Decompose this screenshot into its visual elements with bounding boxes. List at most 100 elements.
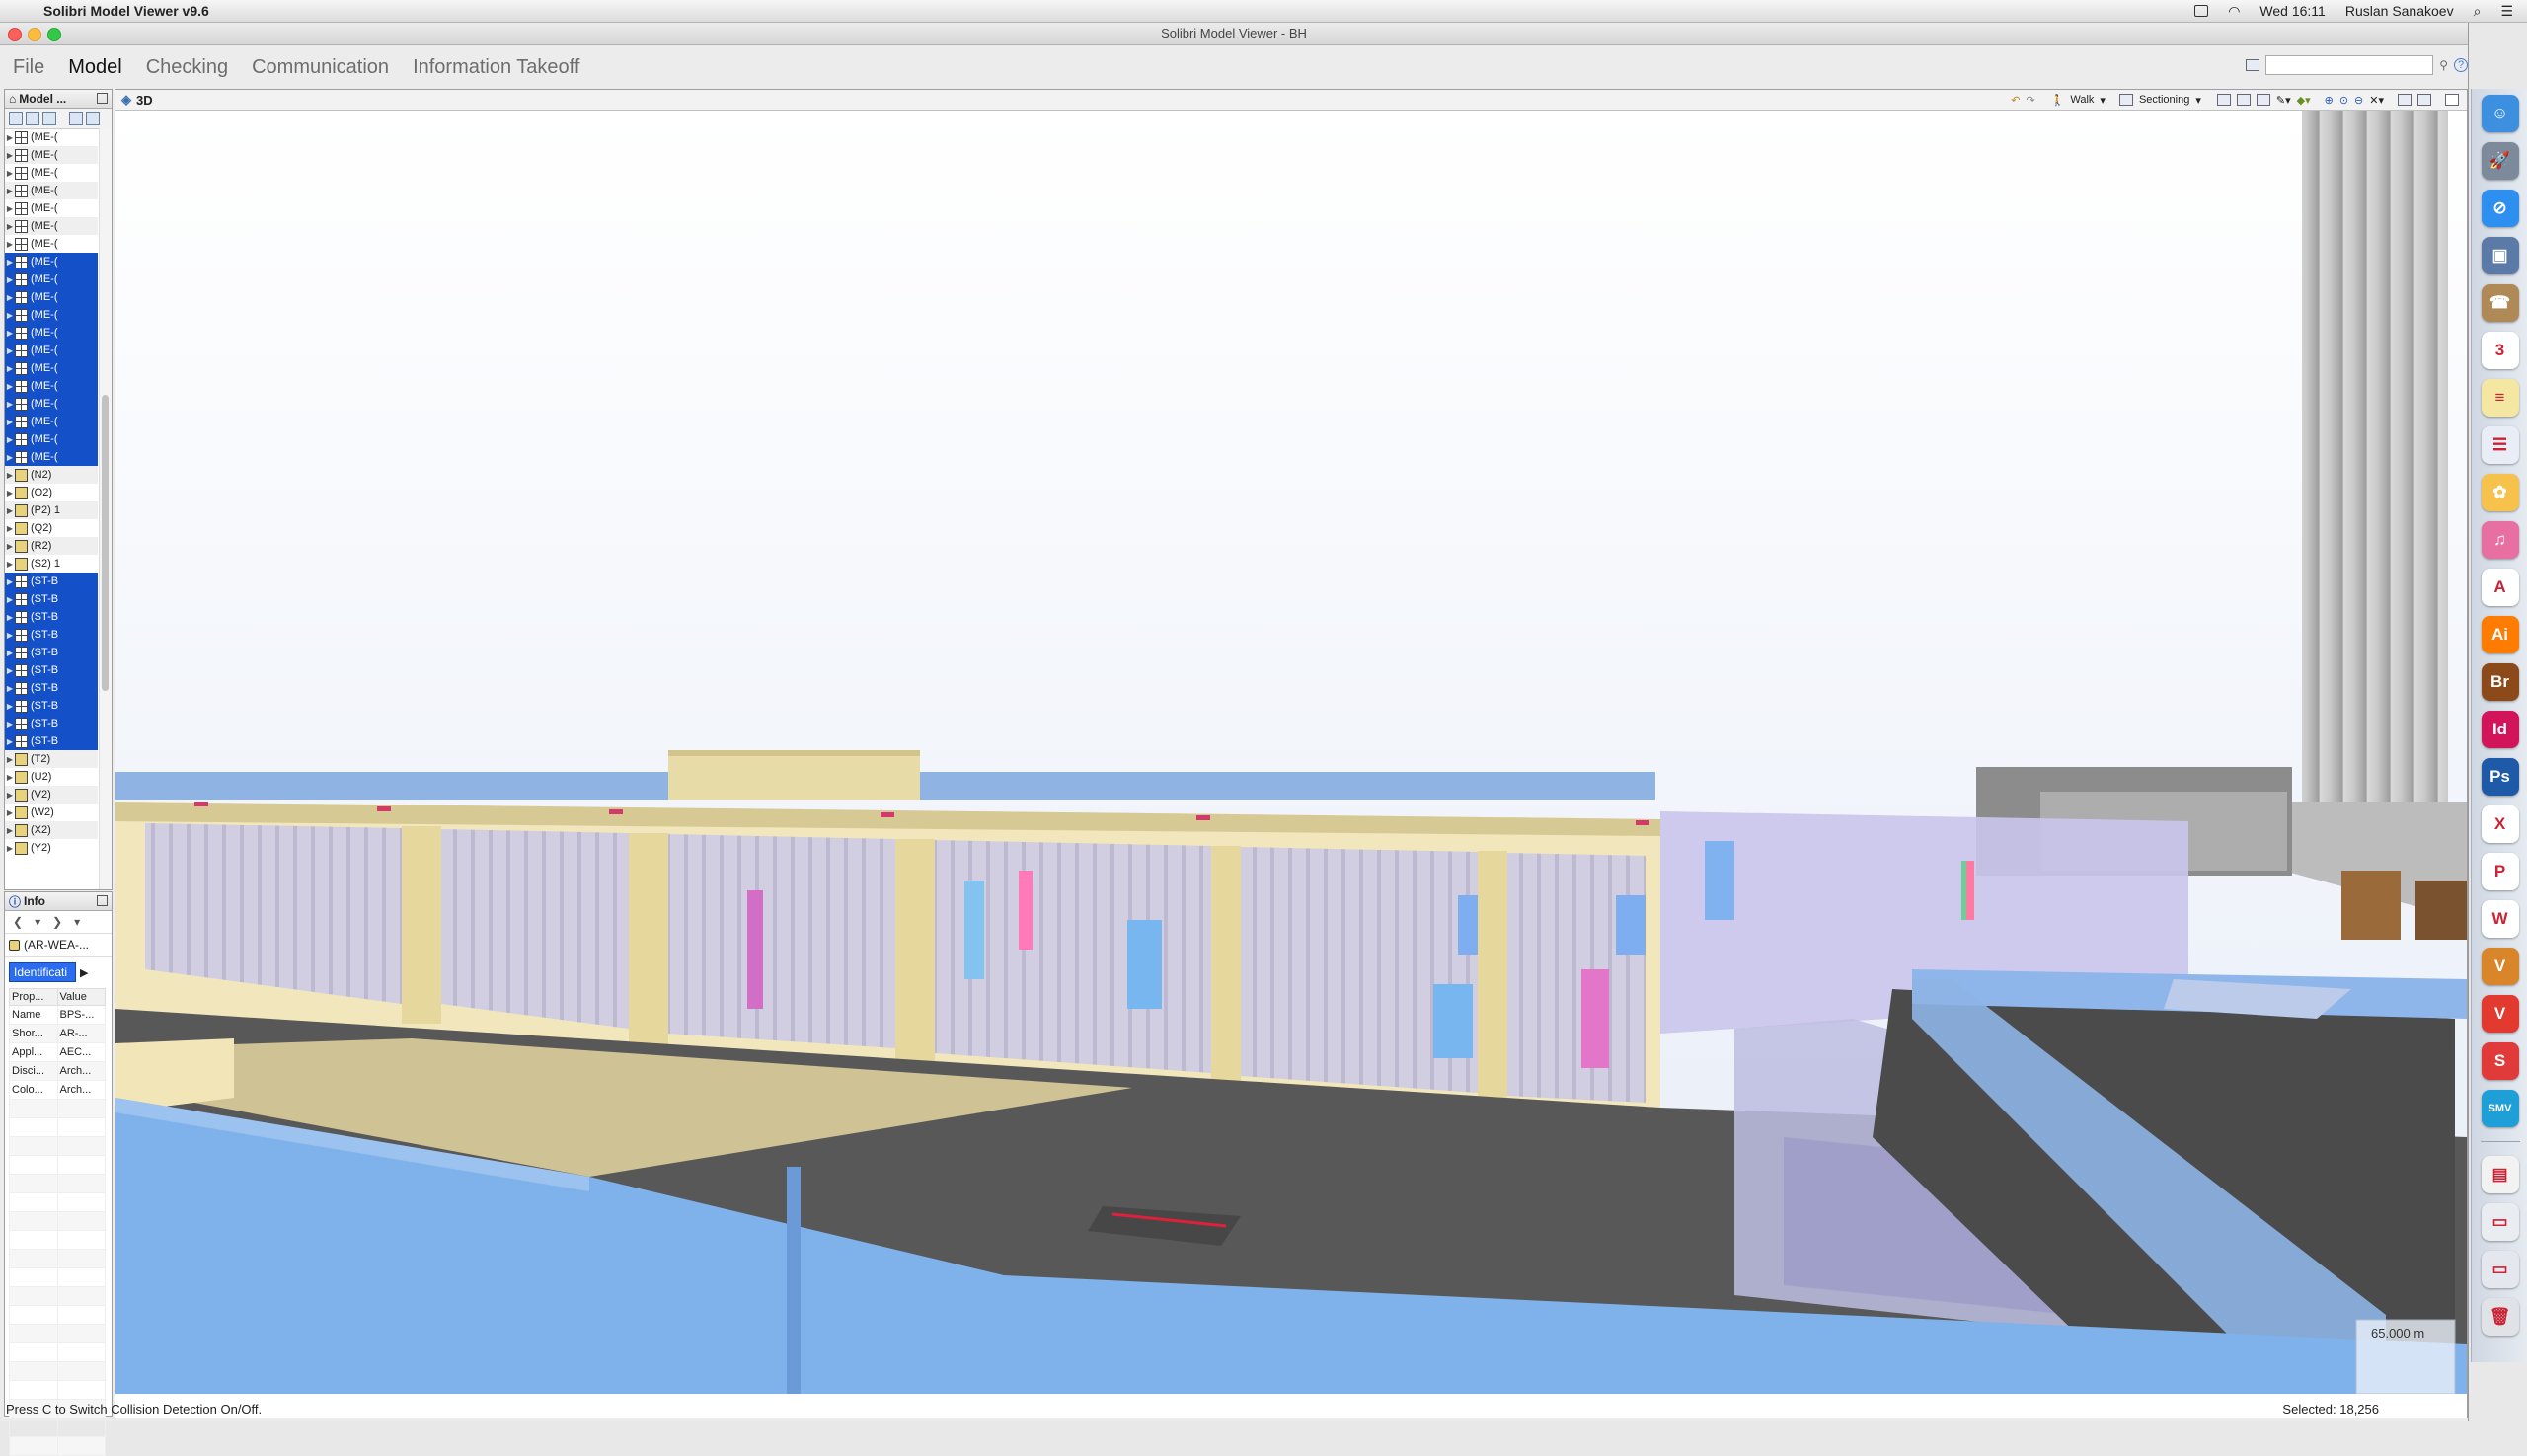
tab-next-icon[interactable]: ▶	[80, 966, 88, 979]
tree-row[interactable]: ▶ (ST-B	[5, 644, 98, 661]
window-minimize-button[interactable]	[28, 28, 41, 41]
tree-row[interactable]: ▶ (ME-(	[5, 342, 98, 359]
photos-icon[interactable]: ✿	[2481, 474, 2519, 511]
zoom-in-icon[interactable]: ⊕	[2325, 94, 2334, 107]
menubar-app-name[interactable]: Solibri Model Viewer v9.6	[43, 3, 209, 19]
maximize-panel-icon[interactable]	[97, 93, 108, 104]
indesign-icon[interactable]: Id	[2481, 711, 2519, 748]
color-dropdown-icon[interactable]: ✎▾	[2276, 94, 2291, 107]
column-header-value[interactable]: Value	[56, 988, 106, 1006]
help-icon[interactable]: ?	[2454, 58, 2468, 72]
tree-row[interactable]: ▶ (ST-B	[5, 590, 98, 608]
tree-row[interactable]: ▶ (T2)	[5, 750, 98, 768]
expand-arrow-icon[interactable]: ▶	[5, 720, 15, 728]
back-dropdown-icon[interactable]: ▾	[35, 915, 40, 929]
expand-arrow-icon[interactable]: ▶	[5, 151, 15, 160]
printer-icon[interactable]: ▭	[2481, 1251, 2519, 1288]
expand-arrow-icon[interactable]: ▶	[5, 187, 15, 195]
property-row[interactable]	[9, 1230, 106, 1250]
expand-arrow-icon[interactable]: ▶	[5, 826, 15, 835]
notes-icon[interactable]: ≡	[2481, 379, 2519, 417]
property-row[interactable]	[9, 1305, 106, 1325]
back-icon[interactable]: ❮	[13, 915, 23, 929]
3d-model-scene[interactable]: 65.000 m	[115, 111, 2467, 1394]
tree-row[interactable]: ▶ (ST-B	[5, 661, 98, 679]
tree-row[interactable]: ▶ (U2)	[5, 768, 98, 786]
vivaldi-icon[interactable]: V	[2481, 995, 2519, 1033]
launchpad-icon[interactable]: 🚀	[2481, 142, 2519, 180]
tree-row[interactable]: ▶ (W2)	[5, 804, 98, 821]
property-row[interactable]	[9, 1249, 106, 1268]
tree-row[interactable]: ▶ (ME-(	[5, 182, 98, 199]
forward-icon[interactable]: ❯	[52, 915, 62, 929]
sectioning-icon[interactable]	[2118, 94, 2133, 106]
render-mode-icon[interactable]	[2417, 94, 2431, 106]
layout-icon[interactable]	[2246, 59, 2260, 71]
expand-arrow-icon[interactable]: ▶	[5, 240, 15, 249]
expand-arrow-icon[interactable]: ▶	[5, 684, 15, 693]
expand-arrow-icon[interactable]: ▶	[5, 453, 15, 462]
expand-arrow-icon[interactable]: ▶	[5, 364, 15, 373]
itunes-icon[interactable]: ♫	[2481, 521, 2519, 559]
expand-arrow-icon[interactable]: ▶	[5, 755, 15, 764]
expand-arrow-icon[interactable]: ▶	[5, 222, 15, 231]
expand-arrow-icon[interactable]: ▶	[5, 524, 15, 533]
expand-arrow-icon[interactable]: ▶	[5, 791, 15, 800]
expand-arrow-icon[interactable]: ▶	[5, 737, 15, 746]
property-row[interactable]	[9, 1324, 106, 1343]
trash-icon[interactable]: 🗑	[2481, 1298, 2519, 1336]
acrobat-icon[interactable]: A	[2481, 569, 2519, 606]
menu-model[interactable]: Model	[68, 56, 121, 79]
tree-row[interactable]: ▶ (N2)	[5, 466, 98, 484]
tree-row[interactable]: ▶ (X2)	[5, 821, 98, 839]
tree-row[interactable]: ▶ (ME-(	[5, 253, 98, 270]
tree-row[interactable]: ▶ (ME-(	[5, 270, 98, 288]
property-row[interactable]: Colo... Arch...	[9, 1080, 106, 1100]
property-row[interactable]	[9, 1155, 106, 1175]
expand-arrow-icon[interactable]: ▶	[5, 702, 15, 711]
tree-row[interactable]: ▶ (ME-(	[5, 199, 98, 217]
property-row[interactable]	[9, 1380, 106, 1400]
undo-view-icon[interactable]: ↶	[2011, 94, 2020, 107]
tree-scrollbar-thumb[interactable]	[102, 395, 109, 691]
layout-mode-icon[interactable]	[2398, 94, 2412, 106]
preview-icon[interactable]: ▣	[2481, 237, 2519, 274]
expand-arrow-icon[interactable]: ▶	[5, 666, 15, 675]
menubar-user[interactable]: Ruslan Sanakoev	[2345, 3, 2454, 19]
visibility-icon[interactable]	[2216, 94, 2231, 106]
property-row[interactable]	[9, 1286, 106, 1306]
tab-identification[interactable]: Identificati	[9, 962, 76, 982]
menu-information-takeoff[interactable]: Information Takeoff	[413, 56, 579, 79]
excel-icon[interactable]: X	[2481, 805, 2519, 843]
property-row[interactable]: Shor... AR-...	[9, 1024, 106, 1043]
forward-dropdown-icon[interactable]: ▾	[74, 915, 80, 929]
hide-icon[interactable]	[2256, 94, 2270, 106]
property-row[interactable]: Disci... Arch...	[9, 1061, 106, 1081]
tree-row[interactable]: ▶ (ME-(	[5, 377, 98, 395]
property-row[interactable]	[9, 1136, 106, 1156]
tree-row[interactable]: ▶ (ST-B	[5, 608, 98, 626]
tree-row[interactable]: ▶ (ST-B	[5, 626, 98, 644]
expand-arrow-icon[interactable]: ▶	[5, 329, 15, 338]
tree-row[interactable]: ▶ (ME-(	[5, 306, 98, 324]
hierarchy-icon[interactable]	[26, 112, 39, 125]
window-zoom-button[interactable]	[47, 28, 61, 41]
expand-arrow-icon[interactable]: ▶	[5, 506, 15, 515]
walk-mode-dropdown[interactable]: Walk	[2070, 94, 2094, 106]
vectorworks-icon[interactable]: V	[2481, 948, 2519, 985]
menubar-clock[interactable]: Wed 16:11	[2259, 3, 2325, 19]
property-row[interactable]	[9, 1174, 106, 1193]
tree-row[interactable]: ▶ (ME-(	[5, 413, 98, 430]
word-icon[interactable]: W	[2481, 900, 2519, 938]
expand-arrow-icon[interactable]: ▶	[5, 435, 15, 444]
tree-row[interactable]: ▶ (ME-(	[5, 235, 98, 253]
tree-view-icon[interactable]	[9, 112, 23, 125]
tree-row[interactable]: ▶ (ST-B	[5, 573, 98, 590]
wifi-icon[interactable]: ◠	[2228, 3, 2240, 20]
tree-row[interactable]: ▶ (ME-(	[5, 146, 98, 164]
contacts-icon[interactable]: ☎	[2481, 284, 2519, 322]
collapse-all-icon[interactable]	[86, 112, 100, 125]
bridge-icon[interactable]: Br	[2481, 663, 2519, 701]
tree-row[interactable]: ▶ (S2) 1	[5, 555, 98, 573]
menu-checking[interactable]: Checking	[146, 56, 228, 79]
